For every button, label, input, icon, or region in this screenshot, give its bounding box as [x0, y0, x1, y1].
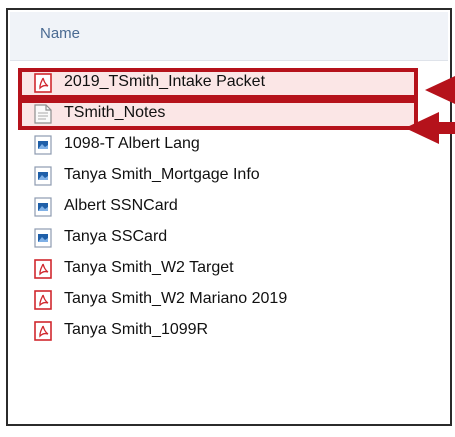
- file-row[interactable]: Albert SSNCard: [10, 192, 448, 223]
- annotation-arrow-icon: [425, 76, 455, 104]
- column-header-bar: Name: [10, 12, 448, 61]
- annotation-arrow-icon: [405, 112, 455, 144]
- image-file-icon: [34, 166, 52, 186]
- file-name: Tanya Smith_Mortgage Info: [64, 166, 260, 183]
- file-name: Tanya Smith_1099R: [64, 321, 209, 338]
- file-name: 2019_TSmith_Intake Packet: [64, 73, 266, 90]
- pdf-icon: [34, 290, 52, 310]
- file-name: Albert SSNCard: [64, 197, 178, 214]
- file-row[interactable]: Tanya Smith_1099R: [10, 316, 448, 347]
- file-row[interactable]: 2019_TSmith_Intake Packet: [18, 68, 418, 99]
- file-row[interactable]: TSmith_Notes: [18, 99, 418, 130]
- file-name: 1098-T Albert Lang: [64, 135, 200, 152]
- file-list: 2019_TSmith_Intake Packet TSmith_Notes 1…: [10, 68, 448, 347]
- file-list-panel: Name 2019_TSmith_Intake Packet TSmith_No…: [6, 8, 452, 426]
- image-file-icon: [34, 135, 52, 155]
- text-file-icon: [34, 104, 52, 124]
- file-row[interactable]: Tanya Smith_Mortgage Info: [10, 161, 448, 192]
- pdf-icon: [34, 259, 52, 279]
- file-name: Tanya SSCard: [64, 228, 168, 245]
- file-row[interactable]: 1098-T Albert Lang: [10, 130, 448, 161]
- name-column-header[interactable]: Name: [40, 25, 80, 42]
- image-file-icon: [34, 197, 52, 217]
- image-file-icon: [34, 228, 52, 248]
- file-name: Tanya Smith_W2 Mariano 2019: [64, 290, 288, 307]
- file-name: TSmith_Notes: [64, 104, 166, 121]
- file-row[interactable]: Tanya Smith_W2 Mariano 2019: [10, 285, 448, 316]
- file-row[interactable]: Tanya Smith_W2 Target: [10, 254, 448, 285]
- file-row[interactable]: Tanya SSCard: [10, 223, 448, 254]
- pdf-icon: [34, 73, 52, 93]
- file-name: Tanya Smith_W2 Target: [64, 259, 234, 276]
- pdf-icon: [34, 321, 52, 341]
